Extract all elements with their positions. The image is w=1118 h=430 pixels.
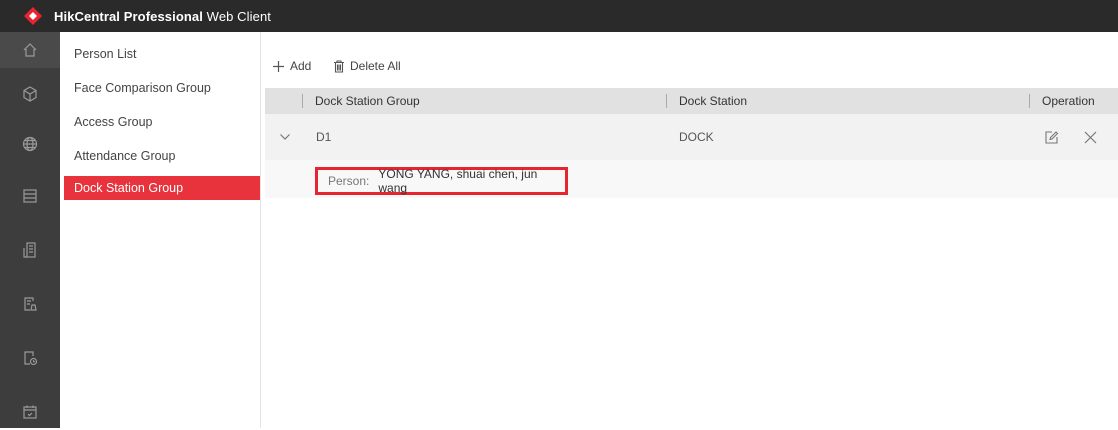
hikcentral-logo-icon <box>23 5 45 27</box>
person-value: YONG YANG, shuai chen, jun wang <box>378 167 538 195</box>
edit-icon <box>1045 130 1059 144</box>
nav-resources[interactable] <box>0 76 60 112</box>
subnav-access-group[interactable]: Access Group <box>64 110 260 134</box>
cube-icon <box>23 86 37 102</box>
delete-all-button[interactable]: Delete All <box>333 58 401 74</box>
building-icon <box>23 242 36 258</box>
add-button[interactable]: Add <box>272 58 311 74</box>
nav-home[interactable] <box>0 32 60 68</box>
person-label: Person: <box>328 174 370 188</box>
nav-schedule[interactable] <box>0 340 60 376</box>
server-icon <box>23 189 37 203</box>
nav-map[interactable] <box>0 126 60 162</box>
edit-button[interactable] <box>1044 114 1059 160</box>
document-search-icon <box>24 297 37 311</box>
nav-building[interactable] <box>0 232 60 268</box>
nav-calendar[interactable] <box>0 394 60 430</box>
column-header-dock-station-group[interactable]: Dock Station Group <box>302 88 420 114</box>
calendar-icon <box>23 405 37 419</box>
trash-icon <box>334 59 344 73</box>
delete-row-button[interactable] <box>1084 114 1097 160</box>
person-detail-highlight: Person: YONG YANG, shuai chen, jun wang <box>315 167 568 195</box>
subnav-attendance-group[interactable]: Attendance Group <box>64 144 260 168</box>
subnav-dock-station-group[interactable]: Dock Station Group <box>64 176 260 200</box>
main-content: Add Delete All Dock Station Group Dock S… <box>261 32 1118 428</box>
home-icon <box>23 43 37 57</box>
document-clock-icon <box>24 351 38 366</box>
subnav-face-comparison-group[interactable]: Face Comparison Group <box>64 76 260 100</box>
add-button-label: Add <box>290 59 312 73</box>
plus-icon <box>273 60 284 72</box>
main-nav-sidebar <box>0 32 60 428</box>
cell-dock-station-group: D1 <box>316 130 332 144</box>
delete-all-button-label: Delete All <box>350 59 401 73</box>
title-bar: HikCentral Professional Web Client <box>0 0 1118 32</box>
cell-dock-station: DOCK <box>679 130 714 144</box>
nav-storage[interactable] <box>0 178 60 214</box>
app-title: HikCentral Professional Web Client <box>54 8 272 24</box>
nav-records[interactable] <box>0 286 60 322</box>
close-icon <box>1084 131 1097 143</box>
table-header: Dock Station Group Dock Station Operatio… <box>265 88 1118 114</box>
person-module-subnav: Person List Face Comparison Group Access… <box>60 32 261 428</box>
column-header-dock-station[interactable]: Dock Station <box>666 88 747 114</box>
globe-icon <box>22 136 38 152</box>
column-header-operation: Operation <box>1029 88 1095 114</box>
expand-toggle[interactable] <box>279 114 291 160</box>
chevron-down-icon <box>280 134 290 140</box>
table-row[interactable]: D1 DOCK <box>265 114 1118 160</box>
row-detail: Person: YONG YANG, shuai chen, jun wang <box>265 160 1118 198</box>
subnav-person-list[interactable]: Person List <box>64 42 260 66</box>
